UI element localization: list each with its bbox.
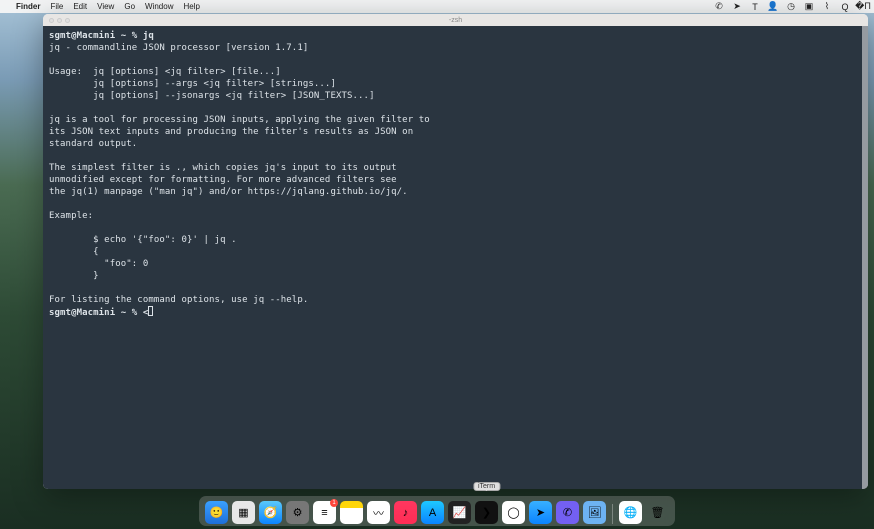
dock-item-activity[interactable]: 📈 <box>448 501 471 524</box>
terminal-scrollbar[interactable] <box>862 26 868 489</box>
terminal-window[interactable]: -zsh sgmt@Macmini ~ % jq jq - commandlin… <box>43 14 868 489</box>
menu-window[interactable]: Window <box>145 2 173 11</box>
dock-item-preview[interactable]: 🖼 <box>583 501 606 524</box>
output-line: For listing the command options, use jq … <box>49 295 308 305</box>
output-line: its JSON text inputs and producing the f… <box>49 127 413 137</box>
dock-item-arc[interactable]: ◯ <box>502 501 525 524</box>
menu-help[interactable]: Help <box>183 2 199 11</box>
dock-item-launchpad[interactable]: ▦ <box>232 501 255 524</box>
dock-badge: 1 <box>330 499 338 507</box>
menu-file[interactable]: File <box>50 2 63 11</box>
dock-item-music[interactable]: ♪ <box>394 501 417 524</box>
dock-item-finder[interactable]: 🙂 <box>205 501 228 524</box>
output-line: jq is a tool for processing JSON inputs,… <box>49 115 430 125</box>
menu-bar-right: ✆ ➤ T 👤 ◷ ▣ ⌇ Q �П <box>714 2 868 12</box>
menu-bar: Finder File Edit View Go Window Help ✆ ➤… <box>0 0 874 13</box>
menu-edit[interactable]: Edit <box>73 2 87 11</box>
status-viber-icon[interactable]: ✆ <box>714 2 724 12</box>
output-line: unmodified except for formatting. For mo… <box>49 175 397 185</box>
prompt-line-1: sgmt@Macmini ~ % jq <box>49 31 154 41</box>
dock-item-reminders[interactable]: ≡1 <box>313 501 336 524</box>
output-line: The simplest filter is ., which copies j… <box>49 163 397 173</box>
dock-item-trash[interactable]: 🗑 <box>646 501 669 524</box>
status-person-icon[interactable]: 👤 <box>768 2 778 12</box>
output-line: the jq(1) manpage ("man jq") and/or http… <box>49 187 408 197</box>
prompt-line-2: sgmt@Macmini ~ % < <box>49 308 153 318</box>
status-control-icon[interactable]: �П <box>858 2 868 12</box>
dock: 🙂▦🧭⚙≡1 〰♪A📈❯iTerm◯➤✆🖼 🌐🗑 <box>199 496 675 526</box>
output-line: Example: <box>49 211 93 221</box>
dock-item-telegram[interactable]: ➤ <box>529 501 552 524</box>
window-title: -zsh <box>43 17 868 24</box>
menu-bar-left: Finder File Edit View Go Window Help <box>6 2 200 11</box>
status-search-icon[interactable]: Q <box>840 2 850 12</box>
status-clock-icon[interactable]: ◷ <box>786 2 796 12</box>
app-name[interactable]: Finder <box>16 2 40 11</box>
status-location-icon[interactable]: ➤ <box>732 2 742 12</box>
dock-item-settings[interactable]: ⚙ <box>286 501 309 524</box>
menu-go[interactable]: Go <box>124 2 135 11</box>
dock-item-notes[interactable] <box>340 501 363 524</box>
terminal-body[interactable]: sgmt@Macmini ~ % jq jq - commandline JSO… <box>43 26 868 489</box>
text-cursor <box>148 306 153 316</box>
dock-separator <box>612 504 613 524</box>
dock-item-appstore[interactable]: A <box>421 501 444 524</box>
dock-tooltip: iTerm <box>473 482 500 491</box>
dock-item-iterm[interactable]: ❯iTerm <box>475 501 498 524</box>
dock-item-freeform[interactable]: 〰 <box>367 501 390 524</box>
status-display-icon[interactable]: ▣ <box>804 2 814 12</box>
output-line: } <box>49 271 99 281</box>
dock-item-globe[interactable]: 🌐 <box>619 501 642 524</box>
output-line: jq [options] --jsonargs <jq filter> [JSO… <box>49 91 375 101</box>
terminal-titlebar[interactable]: -zsh <box>43 14 868 26</box>
output-line: Usage: jq [options] <jq filter> [file...… <box>49 67 281 77</box>
output-line: { <box>49 247 99 257</box>
status-wifi-icon[interactable]: ⌇ <box>822 2 832 12</box>
output-line: standard output. <box>49 139 137 149</box>
menu-view[interactable]: View <box>97 2 114 11</box>
dock-item-safari[interactable]: 🧭 <box>259 501 282 524</box>
status-text-icon[interactable]: T <box>750 2 760 12</box>
dock-item-viber[interactable]: ✆ <box>556 501 579 524</box>
output-line: "foo": 0 <box>49 259 148 269</box>
output-line: jq [options] --args <jq filter> [strings… <box>49 79 336 89</box>
output-line: jq - commandline JSON processor [version… <box>49 43 308 53</box>
output-line: $ echo '{"foo": 0}' | jq . <box>49 235 237 245</box>
